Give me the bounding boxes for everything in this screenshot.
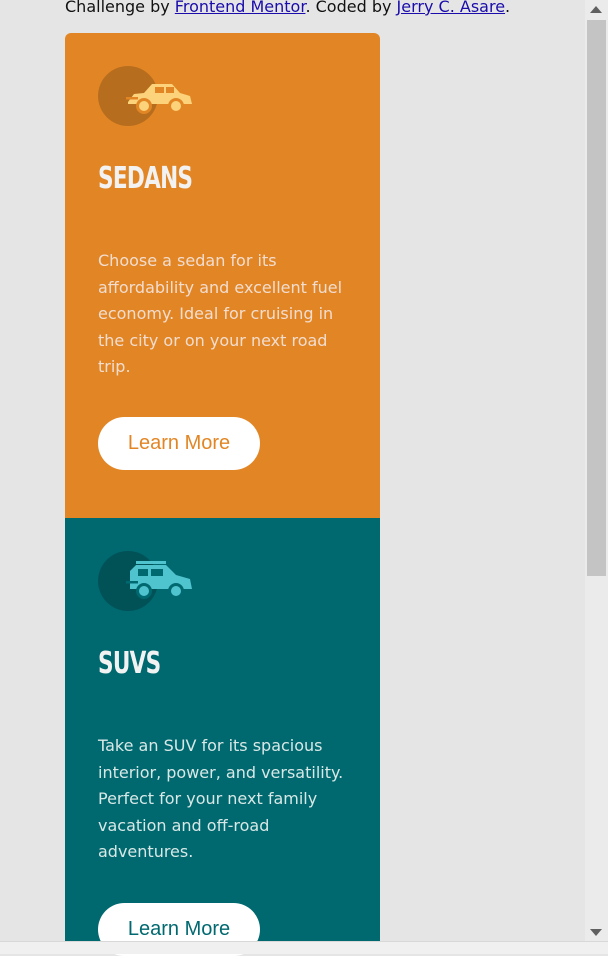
scroll-up-icon[interactable] (590, 6, 602, 13)
attribution-middle: . Coded by (305, 0, 397, 16)
sedan-car-icon (98, 66, 198, 128)
suvs-card: SUVS Take an SUV for its spacious interi… (65, 518, 380, 956)
attribution-suffix: . (505, 0, 511, 16)
card-description: Take an SUV for its spacious interior, p… (98, 736, 344, 861)
scroll-down-icon[interactable] (590, 929, 602, 936)
scroll-thumb[interactable] (587, 20, 606, 576)
attribution-prefix: Challenge by (65, 0, 175, 16)
card-title: SUVS (98, 646, 161, 681)
frontend-mentor-link[interactable]: Frontend Mentor (175, 0, 306, 16)
suv-car-icon (98, 551, 198, 613)
attribution: Challenge by Frontend Mentor. Coded by J… (65, 0, 510, 16)
vertical-scrollbar[interactable] (585, 0, 608, 942)
card-title: SEDANS (98, 161, 193, 196)
sedan-svg (126, 84, 192, 114)
learn-more-button[interactable]: Learn More (98, 417, 260, 470)
horizontal-scrollbar[interactable] (0, 941, 608, 954)
author-link[interactable]: Jerry C. Asare (397, 0, 506, 16)
suv-svg (126, 561, 192, 599)
card-description: Choose a sedan for its affordability and… (98, 251, 343, 376)
sedans-card: SEDANS Choose a sedan for its affordabil… (65, 33, 380, 518)
